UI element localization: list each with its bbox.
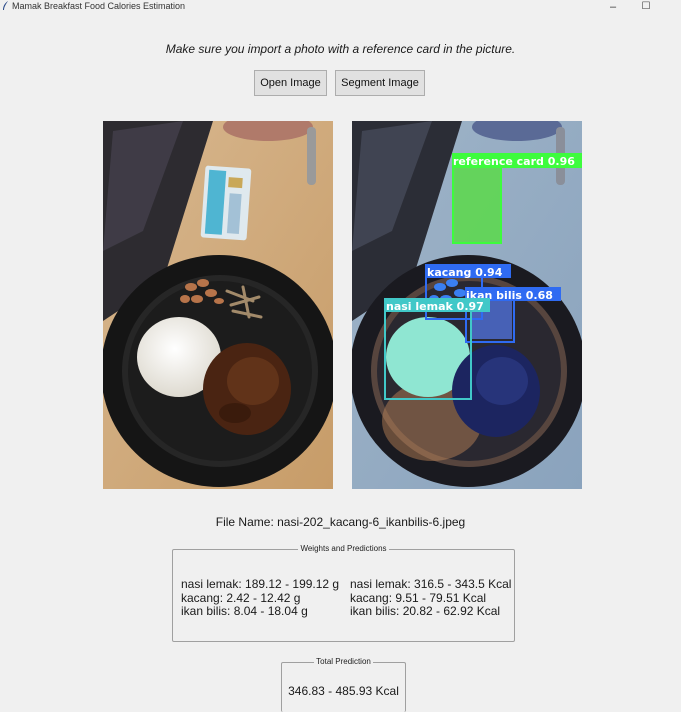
- weight-ikan-bilis: ikan bilis: 8.04 - 18.04 g: [181, 604, 308, 618]
- weights-predictions-group: Weights and Predictions nasi lemak: 189.…: [172, 544, 515, 642]
- weights-predictions-title: Weights and Predictions: [298, 544, 389, 553]
- original-image: [103, 121, 333, 489]
- weight-nasi-lemak: nasi lemak: 189.12 - 199.12 g: [181, 577, 340, 591]
- window-title: Mamak Breakfast Food Calories Estimation: [12, 1, 186, 11]
- open-image-button[interactable]: Open Image: [254, 70, 327, 96]
- weight-kacang: kacang: 2.42 - 12.42 g: [181, 590, 301, 605]
- instruction-text: Make sure you import a photo with a refe…: [165, 42, 516, 56]
- reference-card-label: reference card 0.96: [453, 155, 575, 168]
- calories-ikan-bilis: ikan bilis: 20.82 - 62.92 Kcal: [350, 604, 501, 618]
- main-window: Make sure you import a photo with a refe…: [0, 14, 681, 712]
- segmented-image: reference card 0.96 kacang 0.94 ikan bil…: [352, 121, 582, 489]
- segment-image-button[interactable]: Segment Image: [335, 70, 425, 96]
- weights-column: nasi lemak: 189.12 - 199.12 g kacang: 2.…: [181, 577, 340, 619]
- file-name-label: File Name: nasi-202_kacang-6_ikanbilis-6…: [215, 515, 466, 529]
- minimize-button[interactable]: –: [598, 0, 628, 14]
- title-bar: Mamak Breakfast Food Calories Estimation…: [0, 0, 681, 14]
- maximize-icon: ☐: [641, 1, 651, 12]
- calories-nasi-lemak: nasi lemak: 316.5 - 343.5 Kcal: [350, 577, 512, 591]
- total-prediction-title: Total Prediction: [314, 657, 373, 666]
- total-prediction-group: Total Prediction 346.83 - 485.93 Kcal: [281, 657, 406, 712]
- maximize-button[interactable]: ☐: [631, 0, 661, 14]
- total-prediction-value: 346.83 - 485.93 Kcal: [288, 684, 399, 698]
- feather-app-icon: [3, 1, 8, 10]
- calories-kacang: kacang: 9.51 - 79.51 Kcal: [350, 590, 487, 605]
- calories-column: nasi lemak: 316.5 - 343.5 Kcal kacang: 9…: [350, 577, 512, 619]
- nasi-lemak-label: nasi lemak 0.97: [386, 300, 484, 313]
- minimize-icon: –: [609, 1, 617, 13]
- kacang-label: kacang 0.94: [427, 266, 503, 279]
